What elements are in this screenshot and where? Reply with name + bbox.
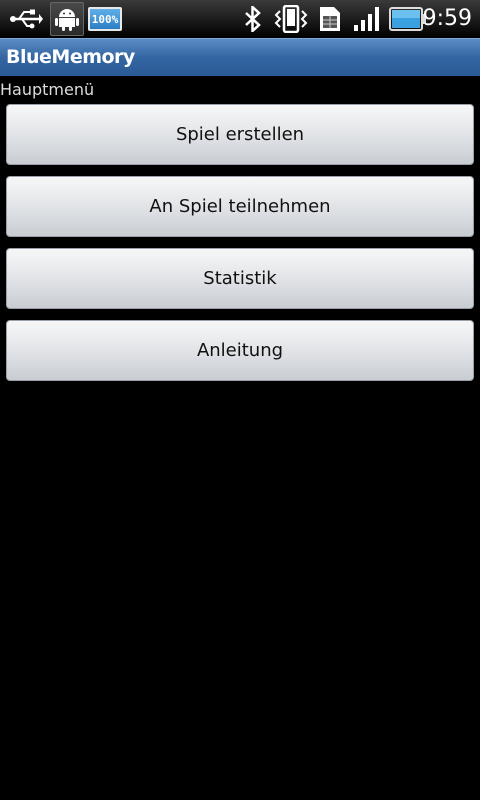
create-game-label: Spiel erstellen bbox=[175, 124, 305, 145]
sim-icon bbox=[317, 4, 343, 34]
title-bar: BlueMemory bbox=[0, 38, 480, 76]
clock: 9:59 bbox=[422, 6, 472, 31]
battery-notification-icon: 100% bbox=[88, 7, 122, 31]
usb-icon bbox=[8, 4, 44, 34]
statistics-label: Statistik bbox=[203, 268, 277, 289]
statistics-button[interactable]: Statistik bbox=[6, 248, 474, 309]
create-game-button[interactable]: Spiel erstellen bbox=[6, 104, 474, 165]
signal-icon bbox=[352, 4, 382, 34]
section-header: Hauptmenü bbox=[0, 80, 95, 99]
android-debug-icon bbox=[50, 2, 84, 36]
instructions-label: Anleitung bbox=[196, 340, 284, 361]
join-game-label: An Spiel teilnehmen bbox=[149, 196, 331, 217]
status-bar: 100% 9:59 bbox=[0, 0, 480, 38]
app-title: BlueMemory bbox=[6, 46, 135, 68]
vibrate-icon bbox=[272, 4, 310, 34]
instructions-button[interactable]: Anleitung bbox=[6, 320, 474, 381]
bluetooth-icon bbox=[240, 4, 266, 34]
join-game-button[interactable]: An Spiel teilnehmen bbox=[6, 176, 474, 237]
